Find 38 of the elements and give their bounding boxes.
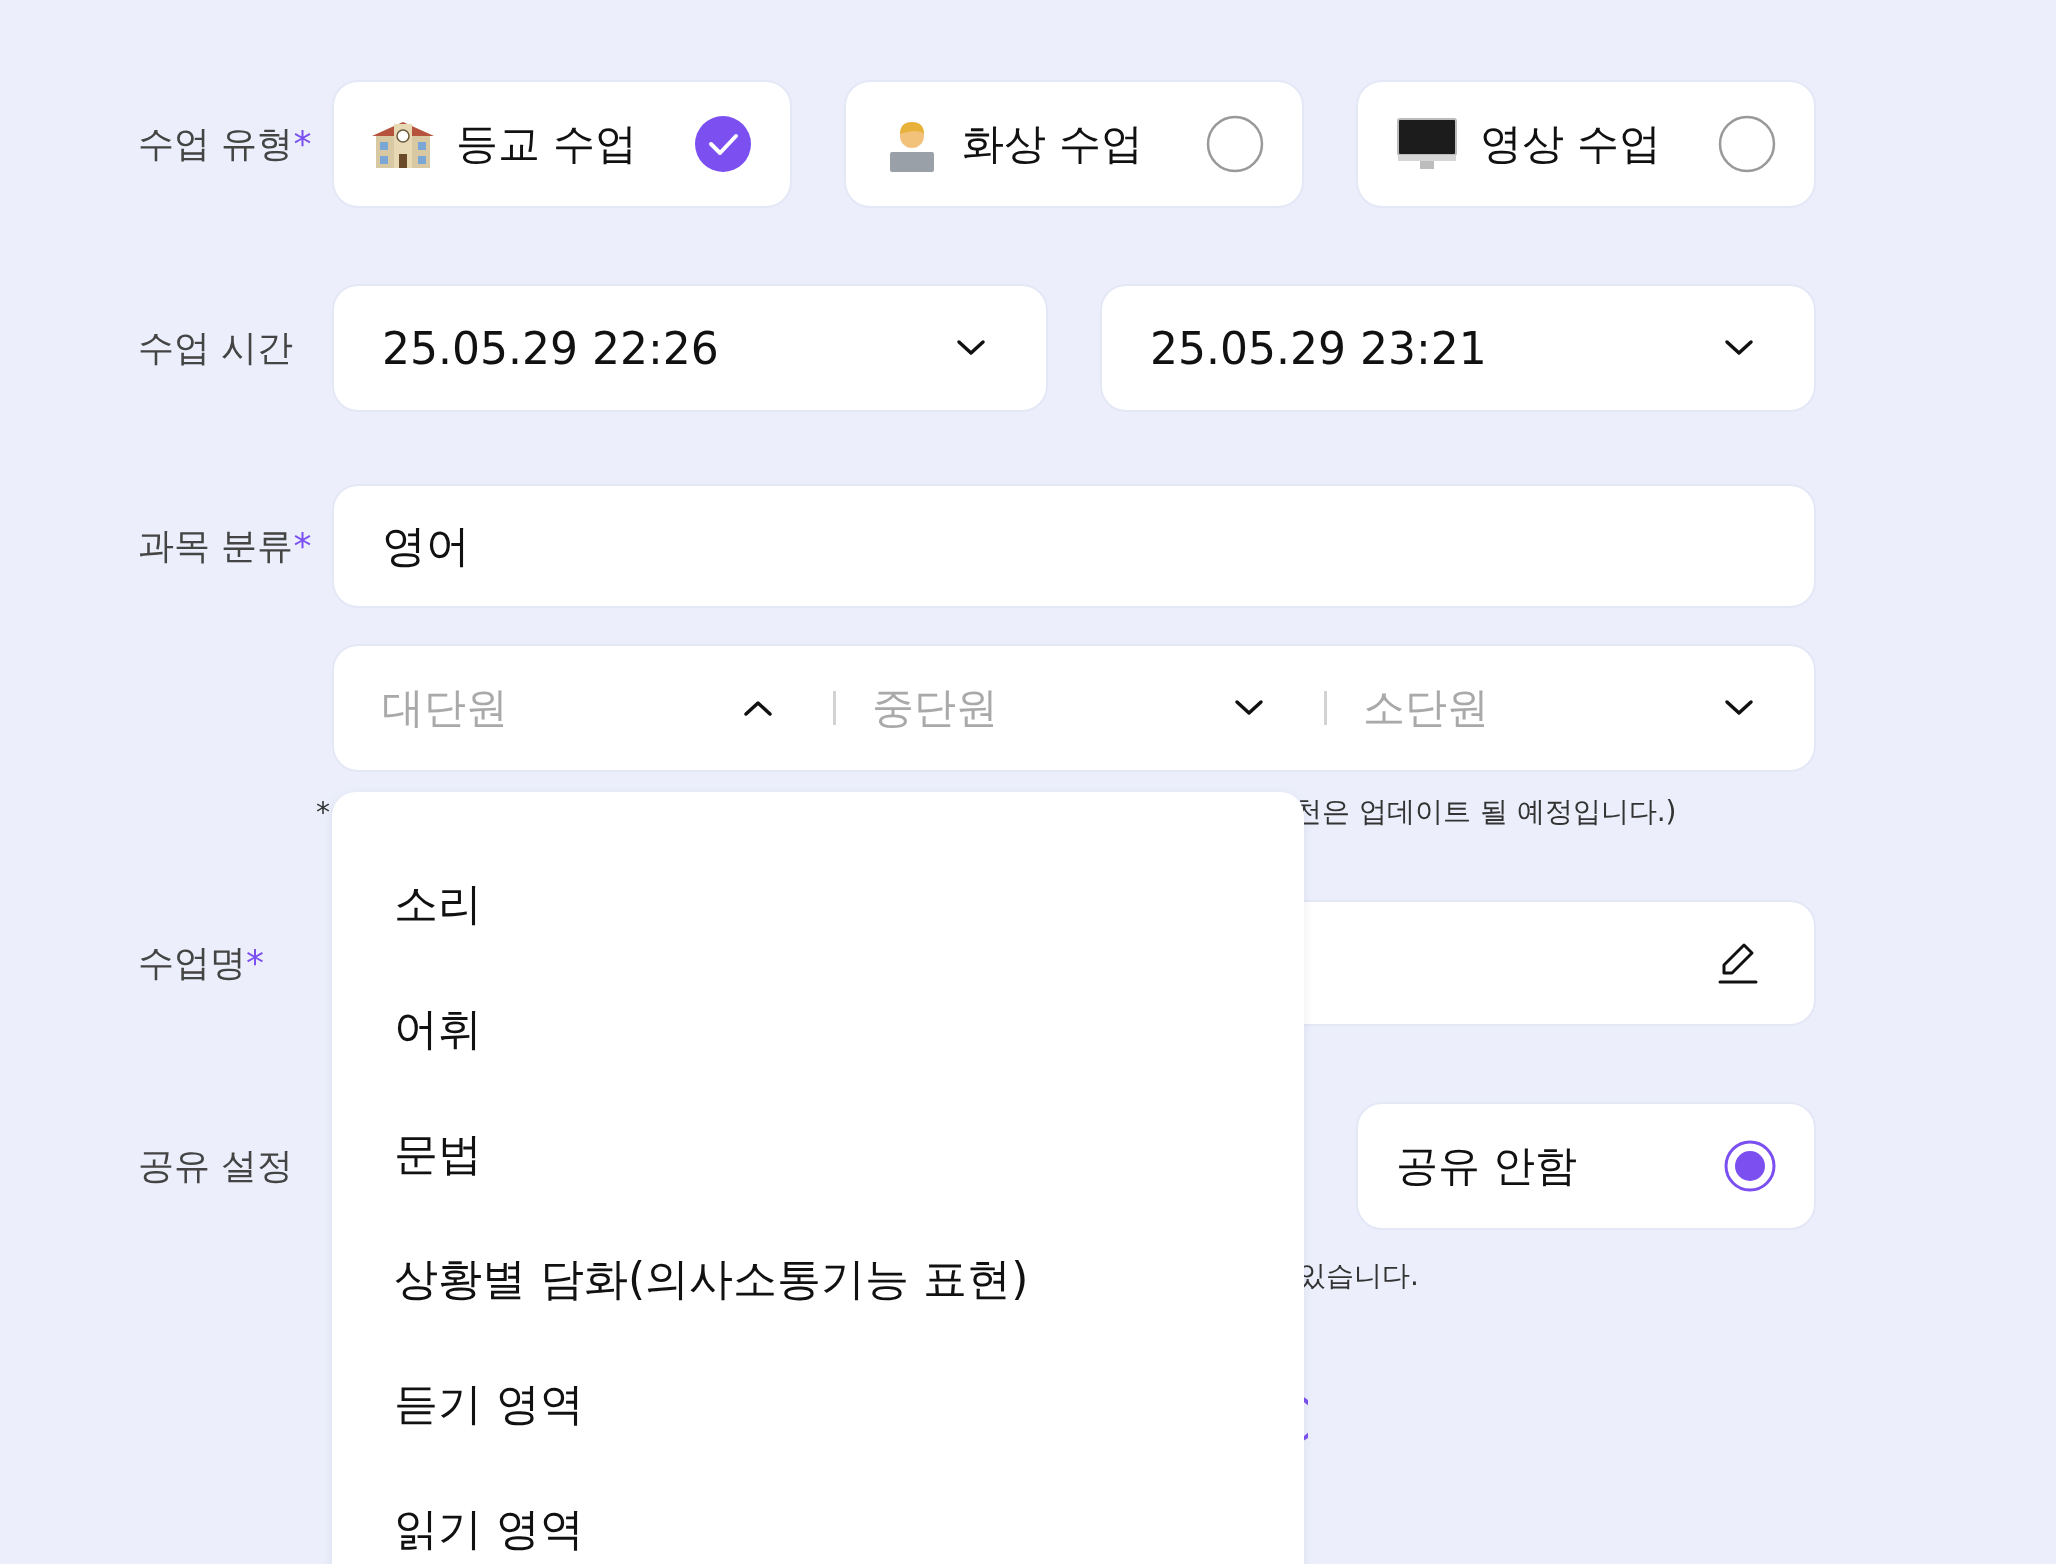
radio-icon[interactable] [1718, 115, 1776, 173]
dropdown-item[interactable]: 듣기 영역 [394, 1375, 584, 1434]
field-label: 수업 시간 [138, 326, 294, 368]
chevron-down-icon [1724, 339, 1754, 357]
radio-selected-icon[interactable] [1724, 1140, 1776, 1192]
dropdown-item[interactable]: 어휘 [394, 1000, 482, 1059]
dropdown-item[interactable]: 읽기 영역 [394, 1500, 584, 1559]
option-label: 공유 안함 [1396, 1140, 1579, 1192]
select-placeholder: 대단원 [382, 682, 508, 734]
note-text: * [316, 795, 330, 829]
radio-icon[interactable] [1206, 115, 1264, 173]
option-label: 등교 수업 [456, 118, 639, 170]
lesson-type-option[interactable]: 등교 수업 [332, 80, 792, 208]
select-placeholder: 중단원 [872, 682, 999, 734]
dropdown-item[interactable]: 소리 [394, 875, 482, 934]
pencil-icon[interactable] [1716, 941, 1760, 985]
checked-icon[interactable] [694, 115, 752, 173]
field-label: 수업 유형* [138, 122, 312, 164]
sharing-option[interactable]: 공유 안함 [1356, 1102, 1816, 1230]
end-time-select[interactable]: 25.05.29 23:21 [1100, 284, 1816, 412]
subject-field[interactable]: 영어 [332, 484, 1816, 608]
chevron-down-icon [1724, 699, 1754, 717]
chevron-down-icon [1233, 699, 1264, 717]
chevron-up-icon [743, 699, 774, 717]
field-label: 공유 설정 [138, 1144, 294, 1186]
monitor-icon [1396, 117, 1458, 171]
dropdown-item[interactable]: 문법 [394, 1125, 482, 1184]
select-placeholder: 소단원 [1362, 682, 1489, 734]
start-time-select[interactable]: 25.05.29 22:26 [332, 284, 1048, 412]
option-label: 영상 수업 [1480, 118, 1663, 170]
lesson-type-option[interactable]: 영상 수업 [1356, 80, 1816, 208]
dropdown-item[interactable]: 상황별 담화(의사소통기능 표현) [394, 1250, 1029, 1309]
option-label: 화상 수업 [962, 118, 1145, 170]
note-text: 있습니다. [1298, 1258, 1419, 1294]
field-label: 수업명* [138, 941, 264, 983]
lesson-type-option[interactable]: 화상 수업 [844, 80, 1304, 208]
field-label: 과목 분류* [138, 524, 312, 566]
chevron-down-icon [956, 339, 986, 357]
